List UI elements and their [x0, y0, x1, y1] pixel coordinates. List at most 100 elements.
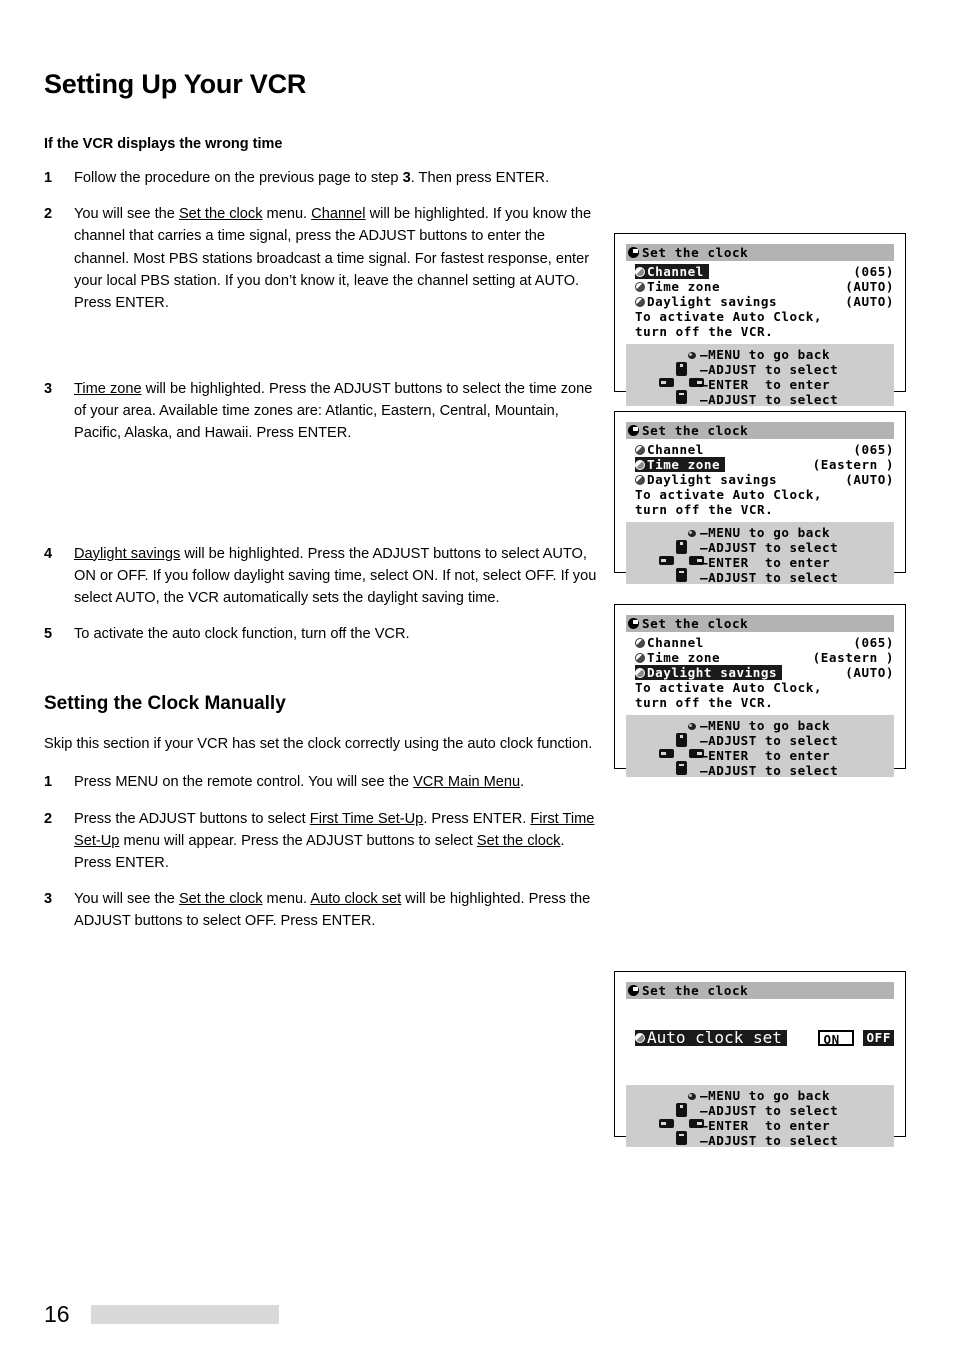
- osd-legend: —MENU to go back —ADJUST to select —ENTE…: [626, 715, 894, 778]
- clock-icon: [628, 618, 639, 629]
- menu-bullet-icon: [635, 652, 645, 663]
- step-number: 1: [44, 774, 53, 791]
- osd-note-line-1: To activate Auto Clock,: [635, 309, 823, 324]
- menu-bullet-icon: [635, 637, 645, 648]
- osd-titlebar: Set the clock: [626, 244, 894, 261]
- list-item: 2 Press the ADJUST buttons to select Fir…: [44, 808, 600, 875]
- left-button-icon: [659, 749, 674, 758]
- legend-adjust-down-text: —ADJUST to select: [700, 763, 839, 778]
- clock-icon: [628, 425, 639, 436]
- legend-menu-text: —MENU to go back: [700, 525, 831, 540]
- step-text: Follow the procedure on the previous pag…: [74, 170, 550, 187]
- steps-manual-clock: 1 Press MENU on the remote control. You …: [44, 771, 600, 932]
- osd-item-value: (AUTO): [845, 472, 894, 487]
- legend-menu-text: —MENU to go back: [700, 347, 831, 362]
- clock-icon: [628, 985, 639, 996]
- left-button-icon: [659, 1119, 674, 1128]
- clock-icon: [628, 247, 639, 258]
- osd-titlebar: Set the clock: [626, 422, 894, 439]
- step-number: 2: [44, 206, 53, 223]
- osd-item-label: Time zone: [647, 650, 721, 665]
- osd-item-label: Time zone: [647, 279, 721, 294]
- legend-adjust-down-text: —ADJUST to select: [700, 392, 839, 407]
- step-text: You will see the Set the clock menu. Aut…: [74, 891, 591, 930]
- osd-menu-item-timezone[interactable]: Time zone (Eastern ): [635, 457, 894, 472]
- legend-adjust-up-text: —ADJUST to select: [700, 733, 839, 748]
- osd-item-label: Channel: [647, 264, 704, 279]
- left-button-icon: [659, 378, 674, 387]
- legend-adjust-down-text: —ADJUST to select: [700, 570, 839, 585]
- osd-menu-item-daylight[interactable]: Daylight savings (AUTO): [635, 472, 894, 487]
- list-item: 1 Press MENU on the remote control. You …: [44, 771, 600, 793]
- adjust-down-button-icon: [676, 761, 687, 775]
- osd-menu-item-auto-clock-set[interactable]: Auto clock set ON OFF: [626, 1028, 894, 1047]
- osd-screen-channel: Set the clock Channel (065) Time zone (A…: [614, 233, 906, 407]
- osd-legend: —MENU to go back —ADJUST to select —ENTE…: [626, 1085, 894, 1148]
- osd-content: Set the clock Channel (065) Time zone (E…: [626, 615, 894, 778]
- step-number: 2: [44, 810, 53, 827]
- osd-legend: —MENU to go back —ADJUST to select —ENTE…: [626, 344, 894, 407]
- menu-bullet-icon: [635, 266, 645, 277]
- menu-button-icon: [688, 1093, 696, 1100]
- osd-screen-timezone: Set the clock Channel (065) Time zone (E…: [614, 411, 906, 585]
- legend-enter-text: —ENTER to enter: [700, 555, 831, 570]
- menu-button-icon: [688, 530, 696, 537]
- section-intro-text: Skip this section if your VCR has set th…: [44, 736, 593, 753]
- left-button-icon: [659, 556, 674, 565]
- toggle-option-off[interactable]: OFF: [863, 1029, 894, 1046]
- osd-content: Set the clock Channel (065) Time zone (A…: [626, 244, 894, 407]
- adjust-down-button-icon: [676, 568, 687, 582]
- step-text: To activate the auto clock function, tur…: [74, 626, 410, 643]
- toggle-option-on[interactable]: ON: [818, 1029, 855, 1047]
- menu-bullet-icon: [635, 296, 645, 307]
- osd-item-value: (AUTO): [845, 279, 894, 294]
- osd-menu-item-timezone[interactable]: Time zone (Eastern ): [635, 650, 894, 665]
- osd-menu-item-channel[interactable]: Channel (065): [635, 442, 894, 457]
- menu-bullet-icon: [635, 281, 645, 292]
- menu-bullet-icon: [635, 459, 645, 470]
- legend-adjust-up-text: —ADJUST to select: [700, 1103, 839, 1118]
- osd-item-value: (065): [853, 442, 894, 457]
- osd-content: Set the clock Channel (065) Time zone (E…: [626, 422, 894, 585]
- osd-menu-item-channel[interactable]: Channel (065): [635, 635, 894, 650]
- osd-menu-item-timezone[interactable]: Time zone (AUTO): [635, 279, 894, 294]
- step-text: Time zone will be highlighted. Press the…: [74, 381, 593, 442]
- osd-menu-item-daylight[interactable]: Daylight savings (AUTO): [635, 294, 894, 309]
- osd-item-highlight: Auto clock set: [635, 1028, 787, 1047]
- osd-menu-item-channel[interactable]: Channel (065): [635, 264, 894, 279]
- list-item: 3 You will see the Set the clock menu. A…: [44, 888, 600, 932]
- osd-menu-list: Channel (065) Time zone (AUTO) Daylight …: [626, 264, 894, 339]
- section-heading-manual-clock: Setting the Clock Manually: [44, 693, 286, 715]
- osd-item-value: (AUTO): [845, 294, 894, 309]
- page-footer: 16: [44, 1303, 279, 1326]
- step-text: Daylight savings will be highlighted. Pr…: [74, 545, 597, 606]
- adjust-up-button-icon: [676, 733, 687, 747]
- step-number: 1: [44, 170, 53, 187]
- osd-title-text: Set the clock: [642, 983, 749, 998]
- osd-note-line-2: turn off the VCR.: [635, 324, 774, 339]
- legend-adjust-up-text: —ADJUST to select: [700, 362, 839, 377]
- menu-bullet-icon: [635, 1032, 645, 1043]
- step-number: 5: [44, 626, 53, 643]
- osd-item-highlight: Channel: [635, 264, 709, 279]
- osd-item-label: Time zone: [647, 457, 721, 472]
- list-item: 1 Follow the procedure on the previous p…: [44, 167, 600, 189]
- osd-item-label: Auto clock set: [647, 1028, 782, 1047]
- osd-menu-item-daylight[interactable]: Daylight savings (AUTO): [635, 665, 894, 680]
- osd-menu-list: Channel (065) Time zone (Eastern ) Dayli…: [626, 442, 894, 517]
- legend-menu-text: —MENU to go back: [700, 1088, 831, 1103]
- osd-screen-auto-clock-set: Set the clock Auto clock set ON OFF —MEN…: [614, 971, 906, 1148]
- osd-item-value: (Eastern ): [812, 457, 894, 472]
- osd-titlebar: Set the clock: [626, 982, 894, 999]
- adjust-up-button-icon: [676, 1103, 687, 1117]
- step-number: 4: [44, 545, 53, 562]
- osd-menu-list: Channel (065) Time zone (Eastern ) Dayli…: [626, 635, 894, 710]
- osd-screen-daylight-savings: Set the clock Channel (065) Time zone (E…: [614, 604, 906, 778]
- menu-button-icon: [688, 352, 696, 359]
- osd-note-line-2: turn off the VCR.: [635, 502, 774, 517]
- step-number: 3: [44, 381, 53, 398]
- osd-item-label: Daylight savings: [647, 472, 778, 487]
